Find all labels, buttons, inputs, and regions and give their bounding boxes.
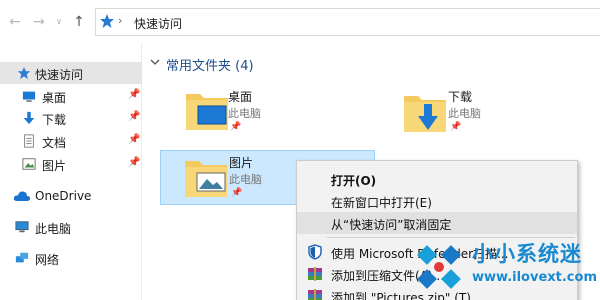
chevron-down-icon[interactable] [150,57,160,67]
sidebar-item-label: 下载 [42,113,67,127]
sidebar-item-desktop[interactable]: 桌面 📌 [0,85,142,107]
back-arrow-icon[interactable]: ← [8,14,22,30]
watermark-logo-icon [417,245,461,289]
pin-icon: 📌 [230,122,242,132]
folder-location: 此电脑 [448,107,481,120]
archive-icon [308,289,322,300]
star-icon [17,66,31,80]
folder-name: 图片 [229,156,254,170]
menu-item-unpin-quick-access[interactable]: 从“快速访问”取消固定 [297,212,577,234]
folder-icon [186,94,228,130]
folder-icon [185,161,227,197]
address-toolbar: ← → ∨ ↑ › 快速访问 [0,0,600,44]
watermark-url: www.ilovext.com [472,270,597,285]
sidebar-item-network[interactable]: 网络 [0,247,142,269]
download-arrow-icon [23,111,35,125]
folder-name: 桌面 [228,90,253,104]
sidebar-item-label: 桌面 [42,91,67,105]
pictures-icon [22,158,36,170]
menu-item-label: 在新窗口中打开(E) [331,196,432,210]
pin-icon: 📌 [450,122,462,132]
recent-dropdown-icon[interactable]: ∨ [52,14,66,30]
menu-item-open[interactable]: 打开(O) [297,168,577,190]
address-path[interactable]: 快速访问 [134,15,182,32]
document-icon [24,134,34,148]
folder-tile-desktop[interactable]: 桌面 此电脑 📌 [170,82,385,137]
address-bar[interactable]: › 快速访问 [95,8,600,36]
watermark-title: 小小系统迷 [472,242,582,266]
forward-arrow-icon[interactable]: → [32,14,46,30]
sidebar-item-onedrive[interactable]: OneDrive [0,185,142,207]
up-arrow-icon[interactable]: ↑ [72,14,86,30]
chevron-right-icon[interactable]: › [118,14,122,27]
folder-name: 下载 [448,90,473,104]
pin-icon: 📌 [231,188,243,198]
navigation-pane: 快速访问 桌面 📌 下载 📌 文档 📌 图片 📌 OneDrive 此电脑 网络 [0,44,142,300]
sidebar-item-label: 此电脑 [35,222,72,236]
folder-icon [404,96,446,132]
folder-tile-downloads[interactable]: 下载 此电脑 📌 [390,82,600,137]
cloud-icon [13,191,31,201]
shield-icon [308,244,322,260]
sidebar-item-label: 图片 [42,159,67,173]
folder-location: 此电脑 [229,173,262,186]
sidebar-item-quick-access[interactable]: 快速访问 [0,62,142,84]
pin-icon: 📌 [128,89,141,100]
group-header[interactable]: 常用文件夹 (4) [166,55,254,74]
sidebar-item-label: 网络 [35,253,60,267]
menu-item-label: 从“快速访问”取消固定 [331,218,452,232]
sidebar-item-label: OneDrive [35,189,92,203]
sidebar-item-label: 文档 [42,136,67,150]
sidebar-item-pictures[interactable]: 图片 📌 [0,153,142,175]
watermark: 小小系统迷 www.ilovext.com [412,236,600,300]
sidebar-item-this-pc[interactable]: 此电脑 [0,216,142,238]
sidebar-item-documents[interactable]: 文档 📌 [0,130,142,152]
archive-icon [308,267,322,281]
network-icon [15,252,29,263]
desktop-icon [22,91,36,102]
menu-item-label: 打开(O) [331,174,377,188]
star-icon [100,14,114,28]
menu-item-open-new-window[interactable]: 在新窗口中打开(E) [297,190,577,212]
sidebar-item-downloads[interactable]: 下载 📌 [0,107,142,129]
sidebar-item-label: 快速访问 [35,68,84,82]
pin-icon: 📌 [128,134,141,145]
computer-icon [15,221,29,233]
folder-location: 此电脑 [228,107,261,120]
pin-icon: 📌 [128,157,141,168]
pin-icon: 📌 [128,111,141,122]
